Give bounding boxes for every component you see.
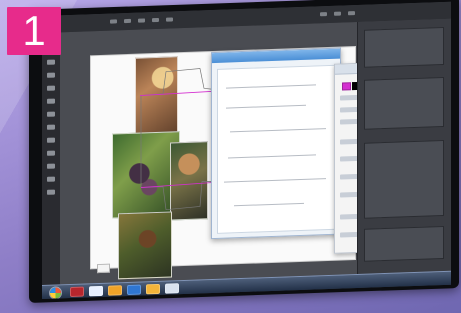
toolbar-control[interactable] (334, 11, 341, 16)
pen-tool-icon[interactable] (47, 72, 55, 78)
menu-item-placeholder[interactable] (152, 17, 159, 23)
properties-panel[interactable] (364, 139, 444, 219)
tutorial-photo: 1 (0, 0, 461, 313)
print-dialog-window[interactable] (211, 47, 341, 240)
gradient-tool-icon[interactable] (47, 150, 55, 156)
hand-tool-icon[interactable] (47, 176, 55, 182)
vineyard-worker-photo (170, 141, 208, 221)
right-panels (357, 18, 451, 274)
toolbar-control[interactable] (320, 12, 327, 17)
adobe-illustrator-icon[interactable] (70, 286, 84, 298)
zoom-tool-icon[interactable] (47, 189, 55, 195)
calculator-icon[interactable] (165, 283, 179, 294)
windows-start-icon[interactable] (50, 287, 61, 299)
dialog-title-bar[interactable] (212, 48, 340, 64)
browser-icon[interactable] (127, 284, 141, 296)
swatches-panel[interactable] (364, 76, 444, 130)
pdf-icon[interactable] (89, 285, 103, 297)
eyedropper-tool-icon[interactable] (47, 163, 55, 169)
color-panel[interactable] (364, 225, 444, 262)
folder-icon[interactable] (108, 285, 122, 296)
computer-screen (42, 1, 451, 299)
menu-item-placeholder[interactable] (110, 19, 117, 24)
document-thumbnail (97, 263, 110, 274)
menu-item-placeholder[interactable] (124, 18, 131, 24)
type-tool-icon[interactable] (47, 85, 55, 91)
step-number-badge: 1 (7, 7, 61, 55)
scale-tool-icon[interactable] (47, 137, 55, 143)
wine-photo (135, 56, 178, 140)
media-icon[interactable] (146, 283, 160, 295)
layers-panel[interactable] (364, 26, 444, 68)
brush-tool-icon[interactable] (47, 111, 55, 117)
barrel-photo (118, 211, 172, 280)
tools-panel (42, 32, 61, 286)
magenta-swatch[interactable] (342, 82, 351, 91)
rotate-tool-icon[interactable] (47, 124, 55, 130)
preview-lines (218, 66, 336, 207)
menu-item-placeholder[interactable] (166, 17, 173, 22)
menu-item-placeholder[interactable] (138, 18, 145, 23)
shape-tool-icon[interactable] (47, 98, 55, 104)
toolbar-control[interactable] (348, 11, 355, 16)
direct-selection-tool-icon[interactable] (47, 59, 55, 65)
dialog-preview-area (217, 64, 337, 234)
